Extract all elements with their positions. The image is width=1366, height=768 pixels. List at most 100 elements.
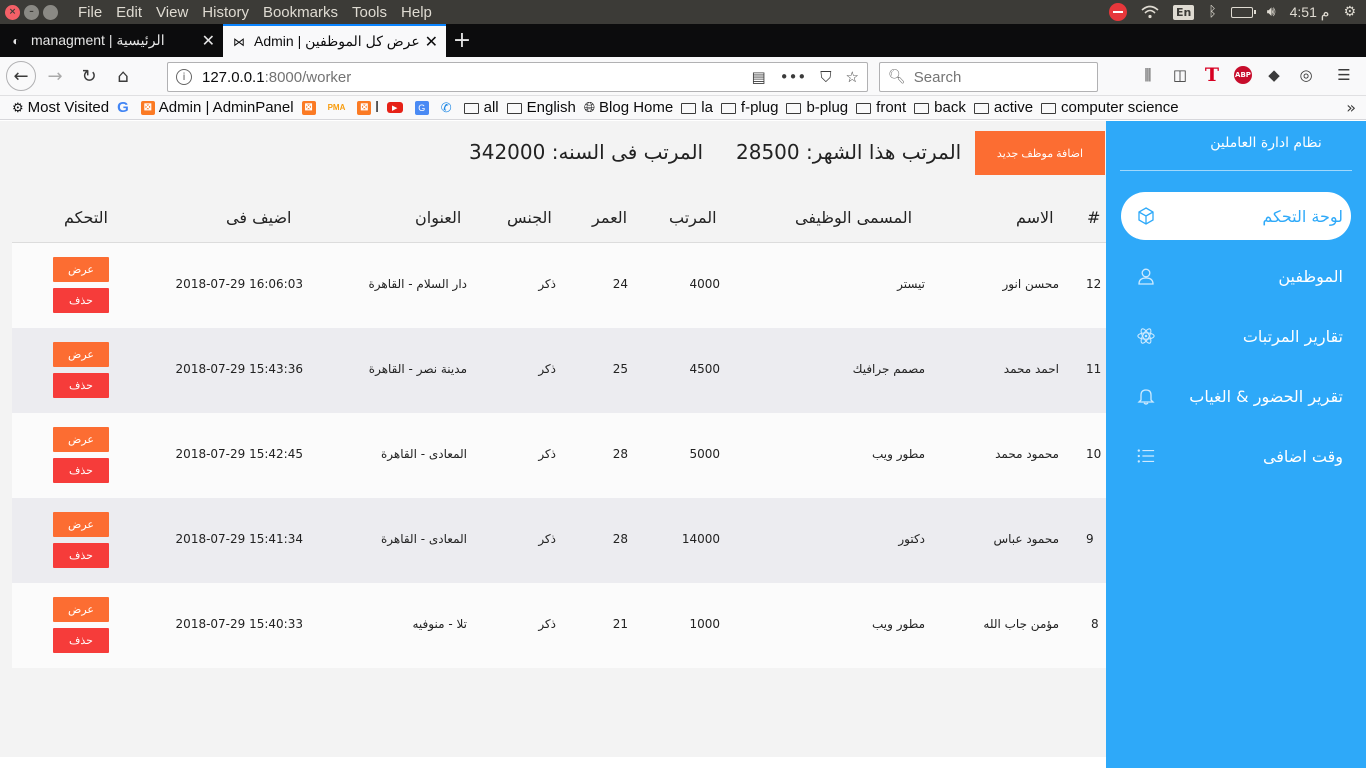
bookmark-xampp[interactable]: ⊠: [301, 100, 320, 115]
bookmark-youtube[interactable]: ▶: [386, 102, 407, 113]
bookmark-folder-b-plug[interactable]: b-plug: [786, 99, 848, 116]
bookmark-admin-panel[interactable]: ⊠ Admin | AdminPanel: [140, 99, 294, 116]
new-tab-button[interactable]: +: [446, 24, 478, 57]
bookmark-most-visited[interactable]: ⚙ Most Visited: [12, 99, 109, 116]
folder-icon: [681, 103, 697, 114]
clock[interactable]: 4:51 م: [1290, 4, 1330, 21]
search-input[interactable]: [913, 68, 1094, 86]
forward-button[interactable]: →: [40, 61, 70, 91]
window-minimize-button[interactable]: –: [24, 4, 39, 20]
page-actions-icon[interactable]: •••: [780, 68, 807, 86]
view-button[interactable]: عرض: [53, 512, 109, 537]
chevron-right-icon[interactable]: »: [1346, 98, 1356, 117]
cell-added-at: 2018-07-29 15:40:33: [175, 617, 303, 631]
bookmark-folder-active[interactable]: active: [973, 99, 1033, 116]
menu-help[interactable]: Help: [394, 4, 439, 21]
menu-tools[interactable]: Tools: [345, 4, 394, 21]
keyboard-language-badge[interactable]: En: [1173, 4, 1195, 20]
sidebar-item-overtime[interactable]: وقت اضافى: [1121, 432, 1351, 480]
bookmark-folder-computer-science[interactable]: computer science: [1041, 99, 1179, 116]
search-icon: 🔍︎: [888, 69, 906, 85]
volume-icon[interactable]: 🔊︎: [1267, 4, 1276, 20]
bookmark-star-icon[interactable]: ☆: [846, 68, 859, 86]
reload-button[interactable]: ↻: [74, 61, 104, 91]
tab-managment[interactable]: ◐ managment | الرئيسية ✕: [0, 24, 223, 57]
bookmark-folder-back[interactable]: back: [914, 99, 966, 116]
bookmark-l[interactable]: ⊠ l: [357, 99, 379, 116]
home-button[interactable]: ⌂: [108, 61, 138, 91]
wifi-icon[interactable]: [1141, 5, 1159, 19]
sidebar-item-salary-reports[interactable]: تقارير المرتبات: [1121, 312, 1351, 360]
folder-icon: [720, 103, 736, 114]
url-text[interactable]: 127.0.0.1:8000/worker: [202, 69, 752, 86]
extension-icon[interactable]: ◆: [1264, 65, 1284, 85]
main-panel: اضافة موظف جديد المرتب هذا الشهر: 28500 …: [0, 121, 1106, 768]
cube-icon: [1137, 207, 1155, 225]
sidebar-item-employees[interactable]: الموظفين: [1121, 252, 1351, 300]
window-maximize-button[interactable]: [43, 4, 58, 20]
view-button[interactable]: عرض: [53, 257, 109, 282]
bluetooth-icon[interactable]: ᛒ: [1208, 4, 1216, 20]
header-name: الاسم: [1016, 208, 1054, 227]
info-icon[interactable]: i: [176, 69, 192, 85]
bowtie-icon: ⋈: [233, 34, 245, 49]
translate-t-icon[interactable]: T: [1202, 64, 1222, 86]
url-actions: ▤ ••• ⛉ ☆: [752, 68, 859, 86]
bookmark-folder-front[interactable]: front: [856, 99, 906, 116]
back-button[interactable]: ←: [6, 61, 36, 91]
cell-gender: ذكر: [538, 362, 556, 376]
view-button[interactable]: عرض: [53, 597, 109, 622]
delete-button[interactable]: حذف: [53, 373, 109, 398]
close-icon[interactable]: ✕: [202, 31, 215, 51]
table-row: 9 محمود عباس دكتور 14000 28 ذكر المعادى …: [12, 498, 1106, 583]
view-button[interactable]: عرض: [53, 342, 109, 367]
view-button[interactable]: عرض: [53, 427, 109, 452]
bookmark-folder-f-plug[interactable]: f-plug: [720, 99, 778, 116]
bookmark-phone[interactable]: ✆: [441, 100, 456, 116]
cell-address: مدينة نصر - القاهرة: [368, 362, 467, 376]
delete-button[interactable]: حذف: [53, 628, 109, 653]
sync-icon[interactable]: ◎: [1296, 65, 1316, 85]
delete-button[interactable]: حذف: [53, 543, 109, 568]
tab-admin[interactable]: ⋈ Admin | عرض كل الموظفين ✕: [223, 24, 446, 57]
menu-view[interactable]: View: [149, 4, 195, 21]
reader-view-icon[interactable]: ▤: [752, 68, 766, 86]
cell-id: 9: [1086, 532, 1094, 546]
bookmark-phpmyadmin[interactable]: PMA: [328, 103, 350, 112]
close-icon[interactable]: ✕: [425, 32, 438, 52]
bookmark-folder-english[interactable]: English: [506, 99, 576, 116]
monthly-salary-total: المرتب هذا الشهر: 28500: [736, 140, 962, 164]
hamburger-menu-icon[interactable]: ☰: [1334, 65, 1354, 85]
library-icon[interactable]: ⫼: [1138, 65, 1158, 85]
stop-icon[interactable]: [1109, 3, 1128, 21]
folder-icon: [1041, 103, 1057, 114]
menu-bookmarks[interactable]: Bookmarks: [256, 4, 345, 21]
menu-edit[interactable]: Edit: [109, 4, 149, 21]
app-menu: File Edit View History Bookmarks Tools H…: [71, 4, 439, 21]
delete-button[interactable]: حذف: [53, 458, 109, 483]
bookmark-folder-all[interactable]: all: [463, 99, 499, 116]
menu-file[interactable]: File: [71, 4, 109, 21]
bookmark-blog-home[interactable]: 🌐︎ Blog Home: [584, 99, 673, 116]
gear-icon[interactable]: ⚙: [1343, 4, 1356, 20]
sidebar-item-attendance[interactable]: تقرير الحضور & الغياب: [1121, 372, 1351, 420]
bookmark-folder-la[interactable]: la: [681, 99, 713, 116]
delete-button[interactable]: حذف: [53, 288, 109, 313]
battery-icon[interactable]: [1230, 6, 1256, 18]
pocket-icon[interactable]: ⛉: [820, 68, 831, 86]
sidebar-divider: [1120, 170, 1352, 171]
cell-address: المعادى - القاهرة: [380, 447, 467, 461]
window-close-button[interactable]: ×: [5, 4, 20, 20]
add-employee-button[interactable]: اضافة موظف جديد: [975, 131, 1105, 175]
url-bar[interactable]: i 127.0.0.1:8000/worker ▤ ••• ⛉ ☆: [167, 62, 868, 92]
sidebar-icon[interactable]: ◫: [1170, 65, 1190, 85]
bookmark-translate[interactable]: G: [414, 100, 433, 115]
search-bar[interactable]: 🔍︎: [879, 62, 1098, 92]
adblock-icon[interactable]: ABP: [1234, 66, 1252, 84]
bookmark-google[interactable]: G: [117, 99, 133, 116]
folder-icon: [463, 103, 479, 114]
sidebar-title: نظام ادارة العاملين: [1210, 135, 1322, 151]
menu-history[interactable]: History: [195, 4, 256, 21]
sidebar-item-dashboard[interactable]: لوحة التحكم: [1121, 192, 1351, 240]
table-row: 8 مؤمن جاب الله مطور ويب 1000 21 ذكر تلا…: [12, 583, 1106, 668]
